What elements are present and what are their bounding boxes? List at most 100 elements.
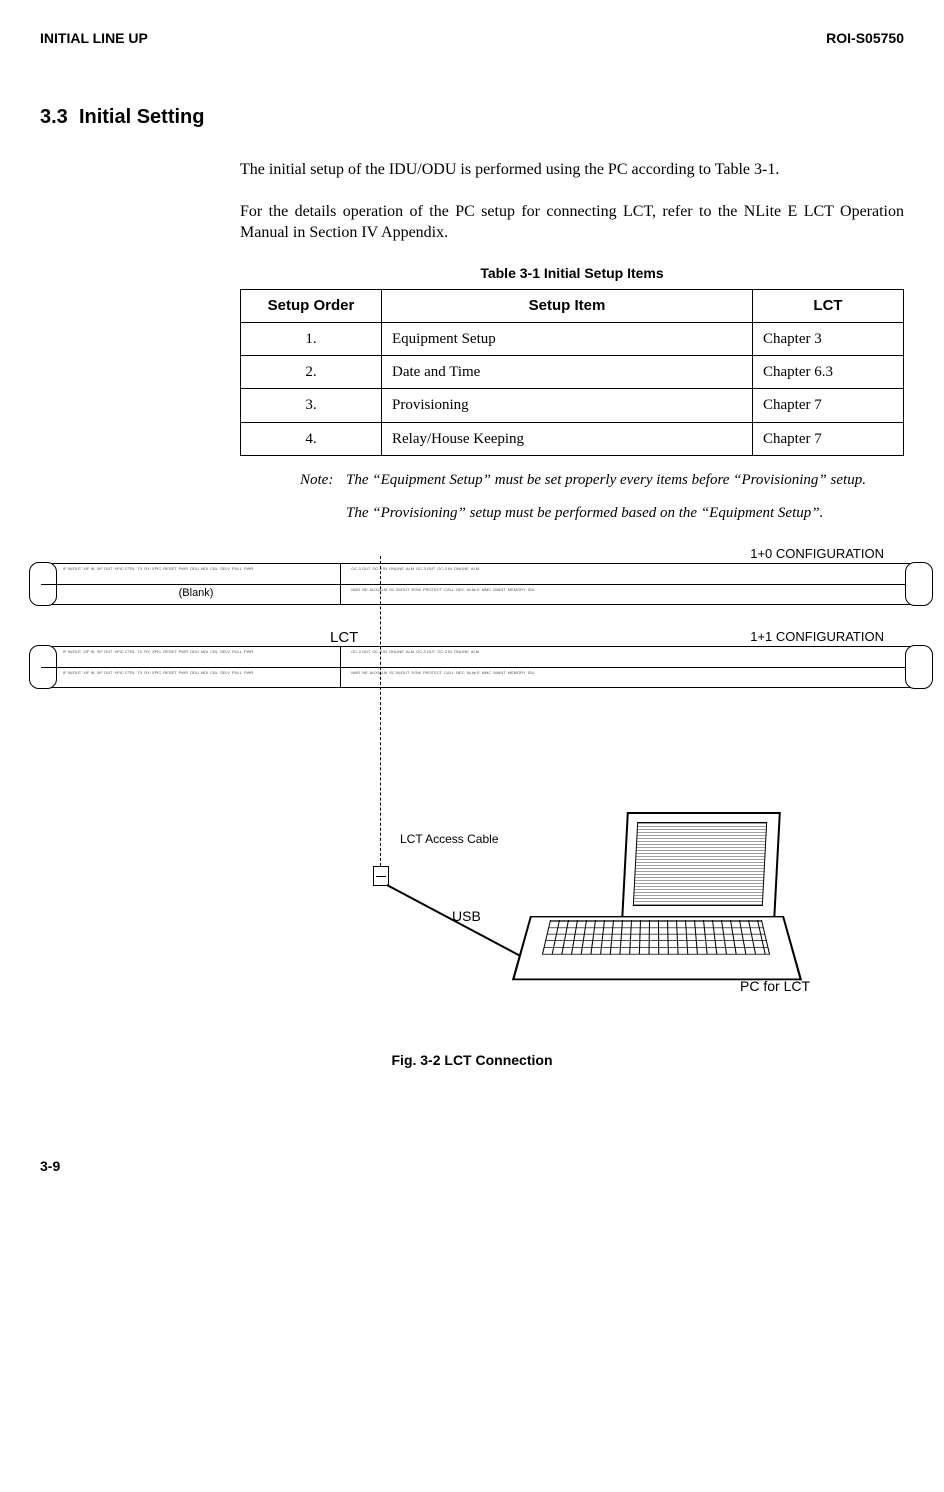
panel-label: RX: [144, 566, 150, 571]
panel-label: NMS: [351, 670, 360, 675]
panel-label: OC-3 OUT: [416, 566, 435, 571]
panel-label: ONLINE: [454, 566, 469, 571]
panel-label: XIF IN: [83, 566, 94, 571]
panel-label: IDU: [528, 587, 535, 592]
panel-label: PWR: [179, 649, 188, 654]
table-header-row: Setup Order Setup Item LCT: [241, 289, 904, 322]
cell-order: 4.: [241, 422, 382, 455]
cell-lct: Chapter 3: [753, 322, 904, 355]
panel-label: ALM: [471, 566, 479, 571]
panel-label: ALM: [406, 566, 414, 571]
cell-lct: Chapter 7: [753, 389, 904, 422]
panel-label: NE: [362, 670, 368, 675]
panel-label: PWR: [244, 670, 253, 675]
panel-label: AUX/ALM: [370, 587, 388, 592]
cell-order: 1.: [241, 322, 382, 355]
panel-label: OC-3 IN: [437, 566, 452, 571]
panel-label: IF IN/OUT: [63, 670, 81, 675]
panel-label: XIF IN: [83, 649, 94, 654]
panel-label: TX: [137, 566, 142, 571]
panel-label: CALL: [444, 670, 454, 675]
cell-item: Provisioning: [382, 389, 753, 422]
cell-lct: Chapter 7: [753, 422, 904, 455]
panel-label: RESET: [163, 670, 176, 675]
panel-label: RX: [144, 670, 150, 675]
config-11-label: 1+1 CONFIGURATION: [40, 629, 884, 644]
rack-device-11: IF IN/OUT XIF IN XIF OUT XPIC CTRL TX RX…: [40, 646, 922, 688]
panel-label: PWR: [244, 649, 253, 654]
note-label: Note:: [300, 472, 346, 489]
panel-label: NLite E: [467, 587, 480, 592]
panel-label: MAINT: [493, 587, 505, 592]
lct-label: LCT: [330, 629, 358, 646]
panel-label: CBL: [210, 566, 218, 571]
panel-label: MAINT: [493, 670, 505, 675]
note-text-2: The “Provisioning” setup must be perform…: [346, 505, 904, 522]
panel-label: AUX/ALM: [370, 670, 388, 675]
panel-label: CBL: [210, 649, 218, 654]
panel-label: XPIC: [152, 566, 161, 571]
figure-caption: Fig. 3-2 LCT Connection: [40, 1052, 904, 1068]
panel-label: NE: [362, 587, 368, 592]
panel-label: OC-3 OUT: [351, 649, 370, 654]
panel-label: ONLINE: [389, 566, 404, 571]
panel-label: NEC: [456, 670, 464, 675]
panel-label: MMC: [482, 587, 492, 592]
panel-label: PULL: [232, 649, 242, 654]
panel-label: XPIC CTRL: [114, 566, 135, 571]
table-row: 1. Equipment Setup Chapter 3: [241, 322, 904, 355]
panel-label: RX: [144, 649, 150, 654]
panel-label: SELV: [220, 649, 230, 654]
panel-label: PULL: [232, 670, 242, 675]
panel-label: MDI: [201, 566, 208, 571]
config-10-label: 1+0 CONFIGURATION: [40, 546, 884, 561]
cell-item: Equipment Setup: [382, 322, 753, 355]
panel-label: RESET: [163, 566, 176, 571]
pc-for-lct-label: PC for LCT: [740, 978, 810, 994]
panel-label: MMC: [482, 670, 492, 675]
panel-label: XIF OUT: [97, 670, 113, 675]
section-title: Initial Setting: [79, 106, 205, 128]
panel-label: XPIC CTRL: [114, 670, 135, 675]
cell-lct: Chapter 6.3: [753, 356, 904, 389]
panel-label: XIF OUT: [97, 566, 113, 571]
panel-label: TX: [137, 670, 142, 675]
panel-label: IDU: [528, 670, 535, 675]
diagram-area: 1+0 CONFIGURATION IF IN/OUT XIF IN XIF O…: [40, 546, 904, 1028]
paragraph-1: The initial setup of the IDU/ODU is perf…: [240, 159, 904, 181]
usb-label: USB: [452, 908, 481, 924]
panel-label: EOW: [411, 587, 421, 592]
rack-handle-icon: [905, 645, 933, 689]
panel-label: CALL: [444, 587, 454, 592]
panel-label: PWR: [244, 566, 253, 571]
setup-table: Setup Order Setup Item LCT 1. Equipment …: [240, 289, 904, 456]
panel-label: XPIC: [152, 670, 161, 675]
header-left: INITIAL LINE UP: [40, 30, 148, 46]
panel-label: RESET: [163, 649, 176, 654]
col-setup-item: Setup Item: [382, 289, 753, 322]
panel-label: NEC: [456, 587, 464, 592]
cell-item: Date and Time: [382, 356, 753, 389]
page-number: 3-9: [40, 1158, 904, 1174]
panel-label: OC-3 OUT: [416, 649, 435, 654]
panel-label: SC IN/OUT: [389, 670, 409, 675]
panel-label: XIF OUT: [97, 649, 113, 654]
panel-label: PROTECT: [423, 670, 442, 675]
col-lct: LCT: [753, 289, 904, 322]
connection-diagram: LCT Access Cable USB PC for LCT: [40, 688, 920, 1028]
panel-label: MDI: [201, 649, 208, 654]
panel-label: SC IN/OUT: [389, 587, 409, 592]
panel-label: ODU: [190, 649, 199, 654]
panel-label: PROTECT: [423, 587, 442, 592]
panel-label: MEMORY: [508, 670, 526, 675]
panel-label: ODU: [190, 566, 199, 571]
table-row: 4. Relay/House Keeping Chapter 7: [241, 422, 904, 455]
laptop-icon: [530, 812, 790, 1002]
panel-label: CBL: [210, 670, 218, 675]
col-setup-order: Setup Order: [241, 289, 382, 322]
note-text-1: The “Equipment Setup” must be set proper…: [346, 472, 904, 489]
panel-label: NMS: [351, 587, 360, 592]
panel-label: IF IN/OUT: [63, 649, 81, 654]
table-caption: Table 3-1 Initial Setup Items: [240, 264, 904, 283]
panel-label: XIF IN: [83, 670, 94, 675]
